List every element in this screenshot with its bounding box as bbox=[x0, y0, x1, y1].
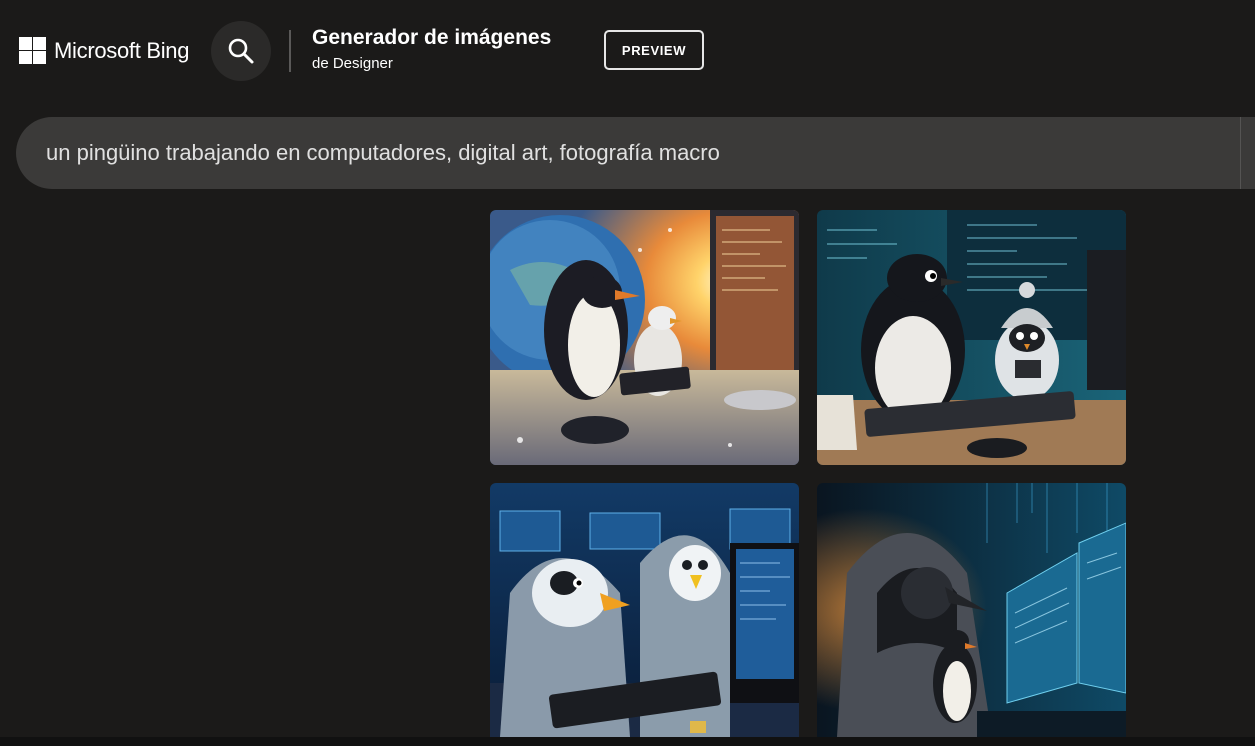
generated-image-2[interactable] bbox=[817, 210, 1126, 465]
generated-image-3[interactable] bbox=[490, 483, 799, 737]
penguin-knit-hat-computer-image bbox=[817, 210, 1126, 465]
hooded-penguins-typing-image bbox=[490, 483, 799, 737]
microsoft-bing-logo[interactable]: Microsoft Bing bbox=[19, 37, 189, 64]
generated-image-4[interactable] bbox=[817, 483, 1126, 737]
search-icon bbox=[228, 38, 254, 64]
penguin-chick-computer-image bbox=[490, 210, 799, 465]
microsoft-grid-icon bbox=[19, 37, 46, 64]
brand-name: Microsoft Bing bbox=[54, 37, 190, 63]
preview-badge[interactable]: PREVIEW bbox=[604, 30, 704, 70]
page-title: Generador de imágenes bbox=[312, 26, 552, 49]
prompt-bar-edge bbox=[1240, 117, 1241, 189]
bottom-bar bbox=[0, 737, 1255, 746]
prompt-input[interactable] bbox=[46, 117, 1226, 189]
header-divider bbox=[289, 30, 291, 72]
page-subtitle: de Designer bbox=[312, 55, 393, 72]
header: Microsoft Bing Generador de imágenes de … bbox=[0, 0, 1255, 100]
prompt-bar bbox=[16, 117, 1255, 189]
title-block: Generador de imágenes de Designer bbox=[312, 25, 551, 73]
hooded-penguin-cyberpunk-image bbox=[817, 483, 1126, 737]
generated-image-1[interactable] bbox=[490, 210, 799, 465]
search-button[interactable] bbox=[211, 21, 271, 81]
